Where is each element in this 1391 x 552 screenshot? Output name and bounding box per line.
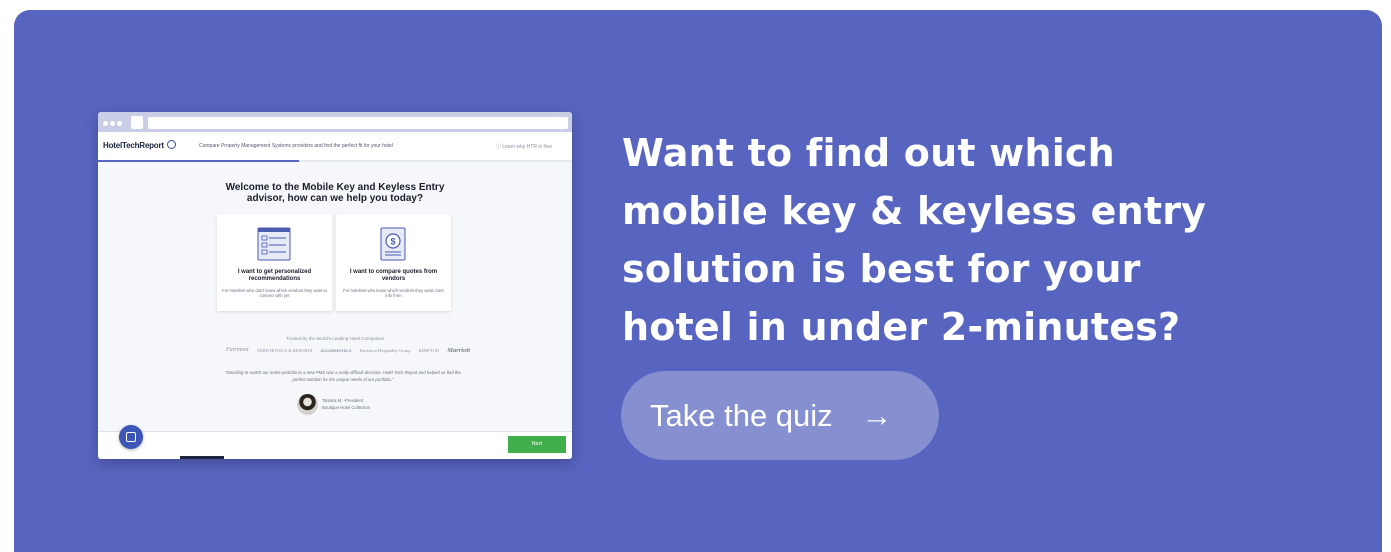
chat-bubble-icon	[166, 140, 176, 149]
partner-logo: Fairmont	[226, 347, 249, 353]
chat-icon	[126, 432, 136, 442]
option-subtitle: For hoteliers who don't know which vendo…	[222, 288, 327, 298]
partner-logo: KIMPTON	[418, 347, 440, 353]
checklist-icon	[257, 227, 291, 261]
partner-logo: Marriott	[447, 346, 470, 354]
browser-tab	[131, 116, 143, 129]
welcome-heading: Welcome to the Mobile Key and Keyless En…	[225, 182, 445, 204]
trusted-by-label: Trusted By the World's Leading Hotel Com…	[285, 336, 385, 341]
promo-headline: Want to find out which mobile key & keyl…	[622, 131, 1207, 349]
htr-tagline: Compare Property Management Systems prov…	[199, 143, 393, 149]
partner-logos: Fairmont OMNI HOTELS & RESORTS ACCORHOTE…	[226, 344, 470, 356]
take-quiz-label: Take the quiz	[650, 398, 833, 434]
chat-widget-button[interactable]	[119, 425, 143, 449]
next-button: Next	[508, 436, 566, 453]
dollar-document-icon: $	[380, 227, 406, 261]
option-card-compare-quotes: $ I want to compare quotes from vendors …	[336, 214, 451, 311]
url-bar	[148, 117, 568, 129]
window-dot	[110, 121, 115, 126]
testimonial-quote: "Deciding to switch our entire portfolio…	[225, 370, 461, 382]
partner-logo: OMNI HOTELS & RESORTS	[256, 347, 313, 353]
author-name: Tamara M. -President	[322, 398, 364, 403]
quiz-preview-mockup: HotelTechReport Compare Property Managem…	[98, 112, 572, 459]
option-title: I want to get personalized recommendatio…	[237, 269, 312, 282]
author-company: Boutique Hotel Collection	[322, 405, 371, 410]
option-card-recommendations: I want to get personalized recommendatio…	[217, 214, 332, 311]
window-dot	[117, 121, 122, 126]
arrow-right-icon: →	[861, 398, 893, 434]
svg-text:$: $	[390, 237, 395, 247]
browser-chrome	[98, 112, 572, 132]
partner-logo: Davidson Hospitality Group	[359, 347, 411, 353]
option-title: I want to compare quotes from vendors	[349, 269, 438, 282]
take-quiz-button[interactable]: Take the quiz →	[621, 371, 939, 460]
testimonial-author: Tamara M. -President Boutique Hotel Coll…	[322, 397, 370, 411]
footer-indicator	[180, 456, 224, 459]
option-subtitle: For hoteliers who know which vendors the…	[343, 288, 444, 298]
partner-logo: ACCORHOTELS	[320, 347, 352, 353]
window-dot	[103, 121, 108, 126]
htr-logo: HotelTechReport	[103, 140, 176, 150]
quiz-footer	[98, 431, 572, 459]
learn-why-free-link: ⓘ Learn why HTR is free	[495, 144, 552, 150]
htr-header: HotelTechReport Compare Property Managem…	[98, 132, 572, 162]
avatar	[297, 394, 318, 415]
